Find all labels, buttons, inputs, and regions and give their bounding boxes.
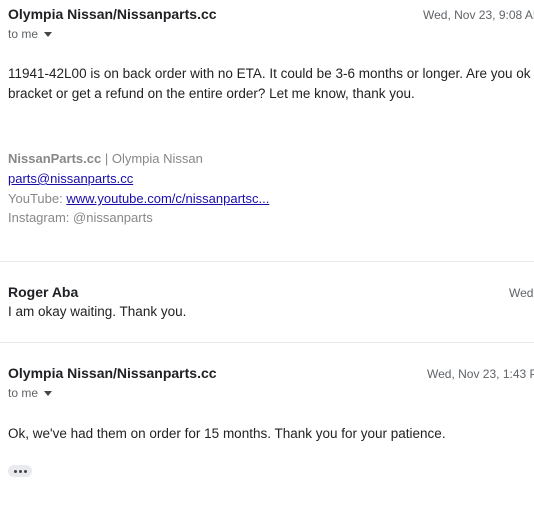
signature-company-name: NissanParts.cc xyxy=(8,151,102,166)
recipient-toggle[interactable]: to me xyxy=(8,386,53,400)
message-date: Wed, Nov 23, 9:08 AM xyxy=(423,8,534,22)
message-date: Wed, Nov 23, 1:43 PM xyxy=(427,367,534,381)
recipient-label: to me xyxy=(8,27,39,41)
sender-name: Roger Aba xyxy=(8,284,79,300)
signature-youtube-label: YouTube: xyxy=(8,191,67,206)
signature-youtube-row: YouTube: www.youtube.com/c/nissanpartsc.… xyxy=(8,191,269,206)
message-1[interactable]: Olympia Nissan/Nissanparts.cc Wed, Nov 2… xyxy=(0,0,534,260)
email-thread: Olympia Nissan/Nissanparts.cc Wed, Nov 2… xyxy=(0,0,534,511)
message-2-collapsed[interactable]: Roger Aba Wed, Nov 23 I am okay waiting.… xyxy=(0,262,534,342)
message-date: Wed, Nov 23 xyxy=(509,286,534,300)
more-horizontal-icon xyxy=(13,469,17,473)
sender-name: Olympia Nissan/Nissanparts.cc xyxy=(8,365,217,381)
message-body-line: bracket or get a refund on the entire or… xyxy=(8,86,415,101)
recipient-toggle[interactable]: to me xyxy=(8,27,53,41)
message-body-line: 11941-42L00 is on back order with no ETA… xyxy=(8,66,534,81)
signature-separator: | xyxy=(101,151,112,166)
signature-email-link[interactable]: parts@nissanparts.cc xyxy=(8,171,133,186)
message-snippet: I am okay waiting. Thank you. xyxy=(8,304,187,319)
sender-name: Olympia Nissan/Nissanparts.cc xyxy=(8,6,217,22)
recipient-label: to me xyxy=(8,386,39,400)
show-trimmed-content-button[interactable] xyxy=(8,465,32,477)
more-horizontal-icon xyxy=(18,469,22,473)
signature-company-alt: Olympia Nissan xyxy=(111,151,203,166)
signature-company: NissanParts.cc | Olympia Nissan xyxy=(8,151,203,166)
chevron-down-icon xyxy=(44,390,53,396)
more-horizontal-icon xyxy=(23,469,27,473)
message-3[interactable]: Olympia Nissan/Nissanparts.cc Wed, Nov 2… xyxy=(0,343,534,511)
signature-youtube-link[interactable]: www.youtube.com/c/nissanpartsc... xyxy=(66,191,269,206)
signature-email-row: parts@nissanparts.cc xyxy=(8,171,133,186)
chevron-down-icon xyxy=(44,31,53,37)
signature-instagram: Instagram: @nissanparts xyxy=(8,210,153,225)
message-body: Ok, we've had them on order for 15 month… xyxy=(8,426,446,441)
